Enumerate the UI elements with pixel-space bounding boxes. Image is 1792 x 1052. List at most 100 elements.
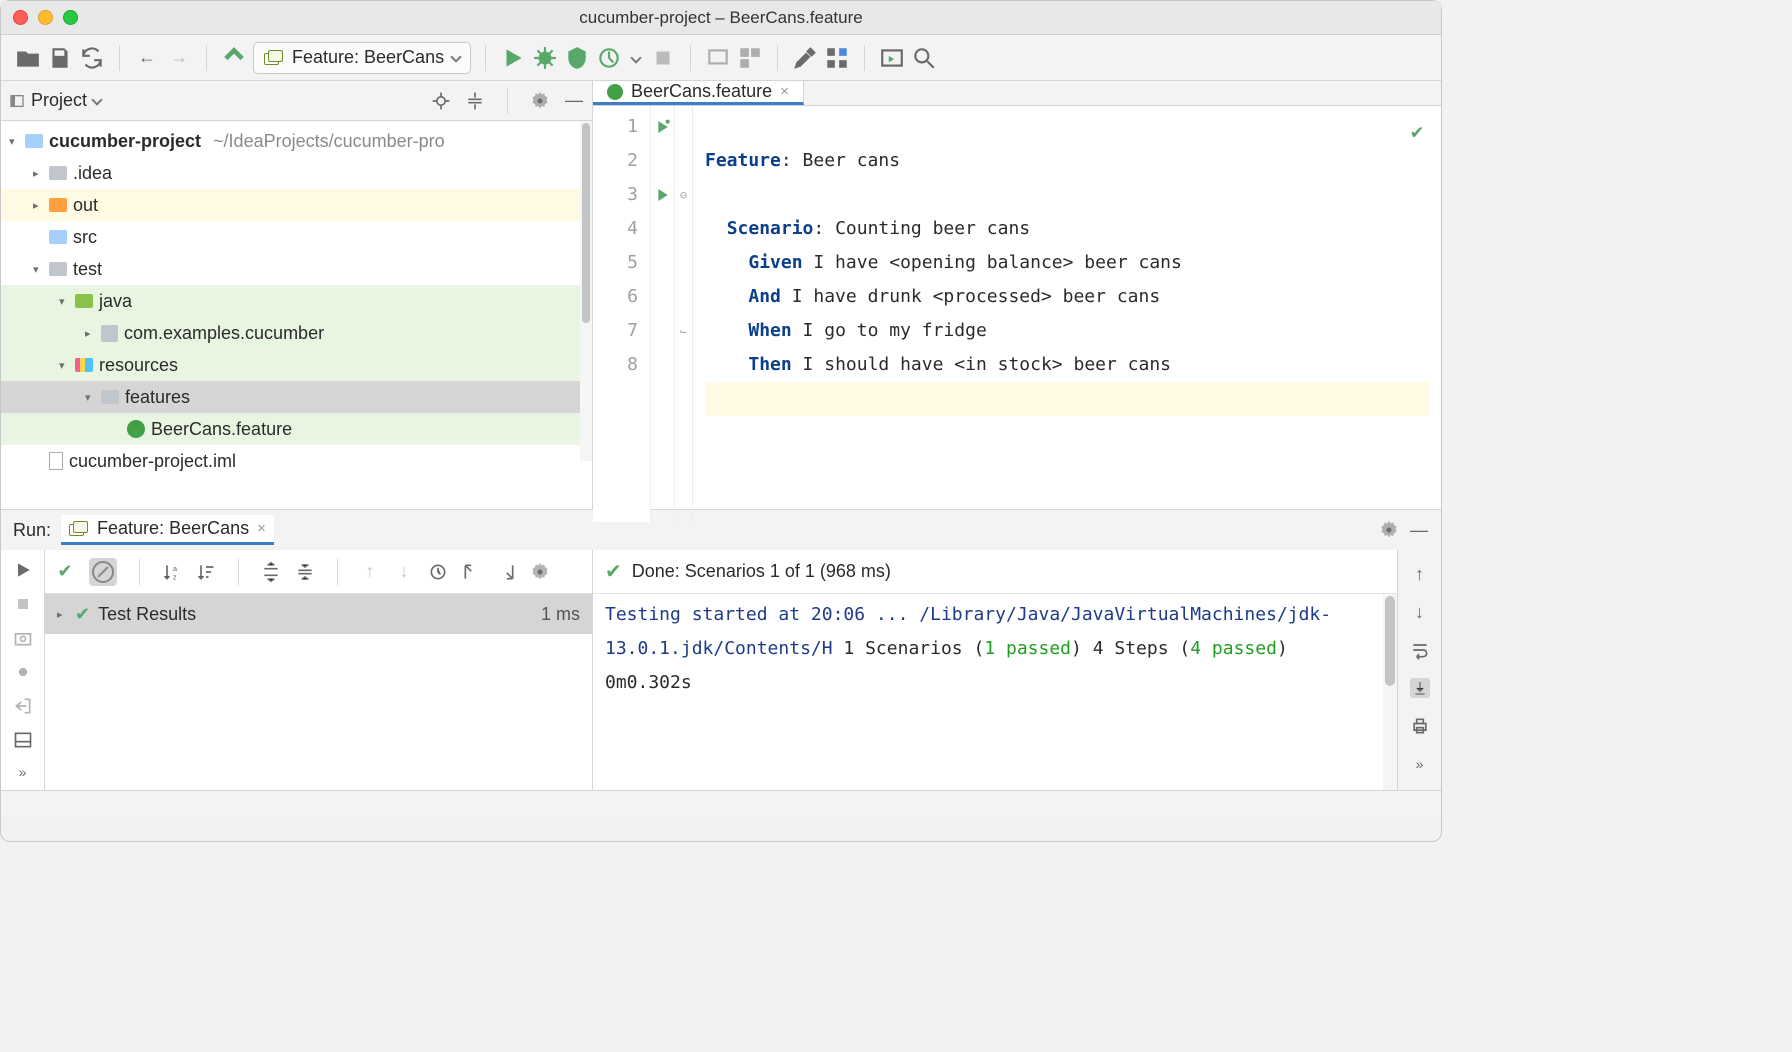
tree-node-src[interactable]: ▸ src bbox=[1, 221, 592, 253]
tree-node-iml[interactable]: ▸ cucumber-project.iml bbox=[1, 445, 592, 477]
coverage-icon[interactable] bbox=[564, 45, 590, 71]
tree-node-test[interactable]: ▾ test bbox=[1, 253, 592, 285]
line-number: 4 bbox=[593, 212, 638, 246]
prev-failed-icon[interactable]: ↑ bbox=[360, 562, 380, 582]
scroll-down-icon[interactable]: ↓ bbox=[1410, 602, 1430, 622]
save-icon[interactable] bbox=[47, 45, 73, 71]
sort-alpha-icon[interactable]: az bbox=[162, 562, 182, 582]
tree-node-java[interactable]: ▾ java bbox=[1, 285, 592, 317]
output-line: 0m0.302s bbox=[605, 672, 692, 693]
run-tab[interactable]: Feature: BeerCans × bbox=[61, 515, 274, 545]
close-tab-icon[interactable]: × bbox=[780, 83, 789, 100]
tree-node-resources[interactable]: ▾ resources bbox=[1, 349, 592, 381]
soft-wrap-icon[interactable] bbox=[1410, 640, 1430, 660]
back-icon[interactable]: ← bbox=[134, 45, 160, 71]
gear-icon[interactable] bbox=[1379, 520, 1399, 540]
refresh-icon[interactable] bbox=[79, 45, 105, 71]
gear-icon[interactable] bbox=[530, 91, 550, 111]
fold-icon[interactable]: ⊖ bbox=[675, 178, 692, 212]
node-label: features bbox=[125, 387, 190, 408]
run-anything-icon[interactable] bbox=[879, 45, 905, 71]
expand-all-icon[interactable] bbox=[261, 562, 281, 582]
debug-rerun-icon[interactable] bbox=[13, 662, 33, 682]
scrollbar[interactable] bbox=[580, 121, 592, 461]
scroll-up-icon[interactable]: ↑ bbox=[1410, 564, 1430, 584]
project-view-selector[interactable]: Project bbox=[9, 90, 101, 111]
editor-body[interactable]: 1 2 3 4 5 6 7 8 ⊖ ⌙ Fea bbox=[593, 106, 1441, 522]
structure-icon[interactable] bbox=[824, 45, 850, 71]
run-gutter-icon[interactable] bbox=[651, 178, 674, 212]
camera-icon[interactable] bbox=[13, 628, 33, 648]
more-icon[interactable]: » bbox=[13, 764, 33, 780]
code-text: I have <opening balance> beer cans bbox=[803, 252, 1182, 273]
deploy-icon[interactable] bbox=[737, 45, 763, 71]
checkmark-icon[interactable]: ✔ bbox=[1411, 114, 1423, 148]
test-settings-icon[interactable] bbox=[530, 562, 550, 582]
close-window-button[interactable] bbox=[13, 10, 28, 25]
export-tests-icon[interactable] bbox=[496, 562, 516, 582]
scroll-to-end-icon[interactable] bbox=[1410, 678, 1430, 698]
editor-tab[interactable]: BeerCans.feature × bbox=[593, 81, 804, 105]
line-number-gutter[interactable]: 1 2 3 4 5 6 7 8 bbox=[593, 106, 651, 522]
tree-root[interactable]: ▾ cucumber-project ~/IdeaProjects/cucumb… bbox=[1, 125, 592, 157]
minimize-icon[interactable]: — bbox=[1409, 520, 1429, 540]
rerun-icon[interactable] bbox=[13, 560, 33, 580]
run-configuration-selector[interactable]: Feature: BeerCans bbox=[253, 42, 471, 74]
expand-icon[interactable]: ▾ bbox=[85, 391, 95, 404]
run-output[interactable]: Testing started at 20:06 ... /Library/Ja… bbox=[593, 594, 1397, 790]
chevron-down-icon[interactable] bbox=[630, 52, 641, 63]
expand-icon[interactable]: ▾ bbox=[9, 135, 19, 148]
print-icon[interactable] bbox=[1410, 716, 1430, 736]
sort-duration-icon[interactable] bbox=[196, 562, 216, 582]
scrollbar[interactable] bbox=[1383, 594, 1397, 790]
expand-icon[interactable]: ▸ bbox=[57, 608, 67, 621]
attach-icon[interactable] bbox=[705, 45, 731, 71]
more-icon[interactable]: » bbox=[1410, 754, 1430, 774]
zoom-window-button[interactable] bbox=[63, 10, 78, 25]
build-icon[interactable] bbox=[221, 45, 247, 71]
close-tab-icon[interactable]: × bbox=[257, 520, 266, 537]
code-area[interactable]: Feature: Beer cans Scenario: Counting be… bbox=[693, 106, 1441, 522]
exit-icon[interactable] bbox=[13, 696, 33, 716]
expand-icon[interactable]: ▸ bbox=[85, 327, 95, 340]
stop-icon[interactable] bbox=[650, 45, 676, 71]
open-icon[interactable] bbox=[15, 45, 41, 71]
tree-node-out[interactable]: ▸ out bbox=[1, 189, 592, 221]
run-gutter-icon[interactable] bbox=[651, 110, 674, 144]
layout-icon[interactable] bbox=[13, 730, 33, 750]
debug-icon[interactable] bbox=[532, 45, 558, 71]
stop-icon[interactable] bbox=[13, 594, 33, 614]
tree-node-features[interactable]: ▾ features bbox=[1, 381, 592, 413]
minimize-icon[interactable]: — bbox=[564, 91, 584, 111]
show-ignored-icon[interactable] bbox=[89, 558, 117, 586]
expand-icon[interactable]: ▾ bbox=[59, 295, 69, 308]
expand-icon[interactable]: ▸ bbox=[33, 199, 43, 212]
run-icon[interactable] bbox=[500, 45, 526, 71]
run-side-toolbar: » bbox=[1, 550, 45, 790]
next-failed-icon[interactable]: ↓ bbox=[394, 562, 414, 582]
test-results-row[interactable]: ▸ ✔ Test Results 1 ms bbox=[45, 594, 592, 634]
output-line: Testing started at 20:06 ... bbox=[605, 604, 908, 625]
expand-icon[interactable]: ▾ bbox=[33, 263, 43, 276]
output-text: ) bbox=[1071, 638, 1082, 659]
expand-icon[interactable]: ▸ bbox=[33, 167, 43, 180]
fold-end-icon[interactable]: ⌙ bbox=[675, 314, 692, 348]
import-tests-icon[interactable] bbox=[462, 562, 482, 582]
locate-icon[interactable] bbox=[431, 91, 451, 111]
show-passed-icon[interactable]: ✔ bbox=[55, 562, 75, 582]
forward-icon[interactable]: → bbox=[166, 45, 192, 71]
collapse-all-icon[interactable] bbox=[295, 562, 315, 582]
search-icon[interactable] bbox=[911, 45, 937, 71]
feature-config-icon bbox=[264, 50, 284, 66]
collapse-icon[interactable] bbox=[465, 91, 485, 111]
tree-node-package[interactable]: ▸ com.examples.cucumber bbox=[1, 317, 592, 349]
tree-node-idea[interactable]: ▸ .idea bbox=[1, 157, 592, 189]
project-tree[interactable]: ▾ cucumber-project ~/IdeaProjects/cucumb… bbox=[1, 121, 592, 509]
history-icon[interactable] bbox=[428, 562, 448, 582]
minimize-window-button[interactable] bbox=[38, 10, 53, 25]
profile-icon[interactable] bbox=[596, 45, 622, 71]
tree-node-feature-file[interactable]: ▸ BeerCans.feature bbox=[1, 413, 592, 445]
expand-icon[interactable]: ▾ bbox=[59, 359, 69, 372]
settings-icon[interactable] bbox=[792, 45, 818, 71]
test-resources-icon bbox=[75, 358, 93, 372]
